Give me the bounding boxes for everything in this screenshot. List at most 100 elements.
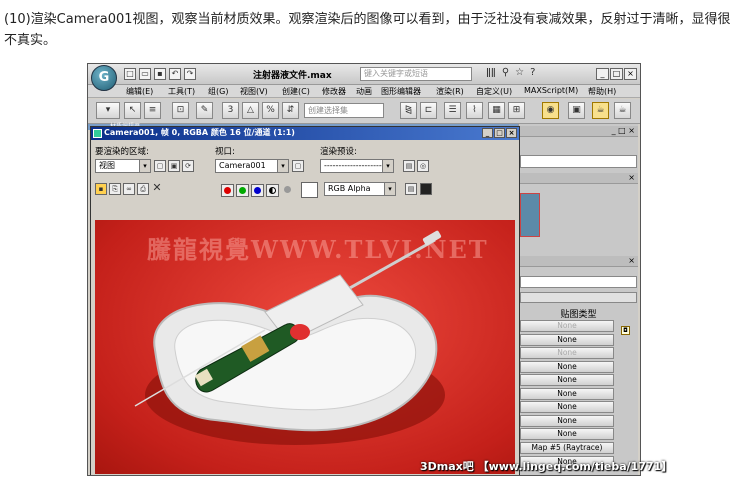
material-type-dropdown[interactable] (520, 155, 637, 168)
alpha-channel-icon[interactable] (266, 184, 279, 197)
spinner-snap-button[interactable]: ⇵ (282, 102, 299, 119)
menu-maxscript[interactable]: MAXScript(M) (524, 86, 578, 95)
map-slot-button[interactable]: None (520, 320, 614, 332)
clone-icon[interactable]: ∞ (123, 183, 135, 195)
render-frame-icon (93, 129, 102, 138)
rf-close-button[interactable]: × (506, 128, 517, 138)
menu-views[interactable]: 视图(V) (240, 86, 268, 97)
menu-graph-editors[interactable]: 图形编辑器 (381, 86, 421, 97)
blue-channel-icon[interactable] (251, 184, 264, 197)
map-slot-button[interactable]: None (520, 334, 614, 346)
select-region-button[interactable]: ⊡ (172, 102, 189, 119)
binoculars-icon[interactable]: ǁǁ (486, 67, 496, 78)
menu-customize[interactable]: 自定义(U) (476, 86, 512, 97)
map-slot-button[interactable]: None (520, 347, 614, 359)
render-setup-button[interactable]: ▣ (568, 102, 585, 119)
rendered-frame-window: Camera001, 帧 0, RGBA 颜色 16 位/通道 (1:1) _ … (90, 126, 520, 475)
panel-header-controls: _ □ × (518, 126, 638, 137)
toggle-ui-icon[interactable]: ▤ (405, 183, 417, 195)
color-swatch[interactable] (301, 182, 318, 198)
render-frame-controls: _ □ × (482, 128, 517, 138)
help-icon[interactable]: ? (530, 67, 535, 78)
menu-help[interactable]: 帮助(H) (588, 86, 616, 97)
viewport-select[interactable]: Camera001 ▾ (215, 159, 289, 173)
map-slot-button[interactable]: Map #5 (Raytrace) (520, 442, 614, 454)
rf-minimize-button[interactable]: _ (482, 128, 493, 138)
window-controls: _ □ × (596, 68, 637, 80)
panel-name-field[interactable] (520, 276, 637, 288)
schematic-view-button[interactable]: ⊞ (508, 102, 525, 119)
rf-maximize-button[interactable]: □ (494, 128, 505, 138)
edit-region-icon[interactable]: ▢ (154, 160, 166, 172)
mirror-button[interactable]: ⧎ (400, 102, 417, 119)
clear-icon[interactable]: ✕ (151, 182, 163, 195)
lock-viewport-icon[interactable]: ▢ (292, 160, 304, 172)
schematic-button[interactable]: ▦ (488, 102, 505, 119)
undo-icon[interactable]: ↶ (169, 68, 181, 80)
chevron-down-icon: ▾ (384, 183, 395, 195)
minimize-button[interactable]: _ (596, 68, 609, 80)
map-slot-button[interactable]: None (520, 388, 614, 400)
mono-icon[interactable] (281, 184, 294, 197)
snap-button[interactable]: 3 (222, 102, 239, 119)
menu-modifiers[interactable]: 修改器 (322, 86, 346, 97)
red-channel-icon[interactable] (221, 184, 234, 197)
menu-animation[interactable]: 动画 (356, 86, 372, 97)
material-editor-button[interactable]: ◉ (542, 102, 559, 119)
material-sample-slot[interactable] (520, 193, 540, 237)
menu-tools[interactable]: 工具(T) (168, 86, 195, 97)
curve-editor-button[interactable]: ⌇ (466, 102, 483, 119)
map-slot-button[interactable]: None (520, 415, 614, 427)
select-object-button[interactable]: ↖ (124, 102, 141, 119)
new-file-icon[interactable]: □ (124, 68, 136, 80)
close-button[interactable]: × (624, 68, 637, 80)
main-toolbar: ▾ ↖ ≡ ⊡ ✎ 3 △ % ⇵ 创建选择集 ⧎ ⊏ ☰ ⌇ ▦ ⊞ ◉ ▣ … (88, 99, 640, 124)
panel-rollout-bar[interactable] (520, 292, 637, 303)
angle-snap-button[interactable]: △ (242, 102, 259, 119)
save-icon[interactable]: ▪ (154, 68, 166, 80)
display-mode-icon[interactable] (420, 183, 432, 195)
align-button[interactable]: ⊏ (420, 102, 437, 119)
menu-edit[interactable]: 编辑(E) (126, 86, 153, 97)
star-icon[interactable]: ☆ (515, 67, 524, 78)
menu-group[interactable]: 组(G) (208, 86, 228, 97)
copy-image-icon[interactable]: ⎘ (109, 183, 121, 195)
named-selection-set[interactable]: 创建选择集 (304, 103, 384, 118)
print-icon[interactable]: ⎙ (137, 183, 149, 195)
green-channel-icon[interactable] (236, 184, 249, 197)
render-icon[interactable]: ☕ (592, 102, 609, 119)
undo-dropdown-button[interactable]: ▾ (96, 102, 120, 119)
select-by-name-button[interactable]: ≡ (144, 102, 161, 119)
percent-snap-button[interactable]: % (262, 102, 279, 119)
map-type-title: 贴图类型 (560, 310, 597, 320)
restore-button[interactable]: □ (610, 68, 623, 80)
search-input[interactable]: 键入关键字或短语 (360, 67, 472, 81)
redo-icon[interactable]: ↷ (184, 68, 196, 80)
chevron-down-icon: ▾ (382, 160, 393, 172)
map-slot-button[interactable]: None (520, 428, 614, 440)
channel-display-select[interactable]: RGB Alpha ▾ (324, 182, 396, 196)
chevron-down-icon: ▾ (277, 160, 288, 172)
map-slot-button[interactable]: None (520, 361, 614, 373)
render-setup-icon[interactable]: ▤ (403, 160, 415, 172)
render-preset-select[interactable]: -------------------- ▾ (320, 159, 394, 173)
area-to-render-select[interactable]: 视图 ▾ (95, 159, 151, 173)
link-button[interactable]: ✎ (196, 102, 213, 119)
key-icon[interactable]: ⚲ (502, 67, 509, 78)
menu-rendering[interactable]: 渲染(R) (436, 86, 464, 97)
menu-create[interactable]: 创建(C) (282, 86, 310, 97)
area-to-render-value: 视图 (99, 161, 115, 170)
viewport-value: Camera001 (219, 161, 266, 170)
region-select-icon[interactable]: ⟳ (182, 160, 194, 172)
lock-icon[interactable]: ◘ (621, 326, 630, 335)
environment-icon[interactable]: ◎ (417, 160, 429, 172)
map-slot-button[interactable]: None (520, 374, 614, 386)
map-slot-button[interactable]: None (520, 401, 614, 413)
render-preset-label: 渲染预设: (320, 147, 357, 157)
teapot-icon[interactable]: ☕ (614, 102, 631, 119)
save-image-icon[interactable]: ▪ (95, 183, 107, 195)
app-logo-icon[interactable]: G (91, 65, 117, 91)
open-icon[interactable]: ▭ (139, 68, 151, 80)
layer-button[interactable]: ☰ (444, 102, 461, 119)
auto-region-icon[interactable]: ▣ (168, 160, 180, 172)
